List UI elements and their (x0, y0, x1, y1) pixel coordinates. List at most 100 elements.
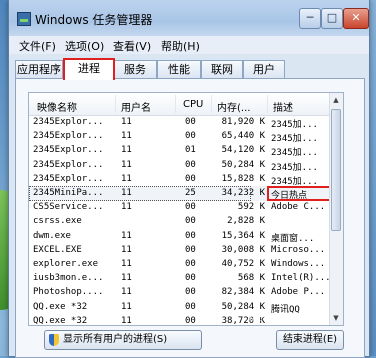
show-all-users-button[interactable]: 显示所有用户的进程(S) (44, 330, 202, 350)
cell-image-name: QQ.exe *32 (33, 301, 88, 312)
table-row[interactable]: 2345MiniPa... 11 25 34,232 K 今日热点 (29, 186, 337, 201)
cell-user-name: 11 (121, 315, 132, 326)
cell-image-name: 2345Explor... (33, 117, 104, 127)
table-row[interactable]: csrss.exe 00 2,828 K (29, 214, 329, 229)
cell-image-name: explorer.exe (33, 259, 99, 269)
cell-user-name: 11 (121, 244, 132, 255)
tab-networking[interactable]: 联网 (201, 60, 243, 78)
cell-cpu: 00 (185, 244, 196, 255)
table-row[interactable]: 2345Explor... 11 00 81,920 K 2345加... (29, 115, 329, 130)
cell-memory: 2,828 K (227, 216, 265, 227)
table-row[interactable]: CS5Service... 11 00 592 K Adobe C... (29, 200, 329, 215)
list-header: 映像名称 用户名 CPU 内存(... 描述 (29, 93, 329, 116)
close-button[interactable]: ✕ (343, 8, 369, 29)
menu-view[interactable]: 查看(V) (113, 38, 151, 54)
column-user-name[interactable]: 用户名 (121, 99, 151, 114)
cell-cpu: 01 (185, 145, 196, 156)
cell-user-name: 11 (121, 230, 132, 241)
cell-cpu: 00 (185, 216, 196, 227)
cell-user-name: 11 (121, 131, 132, 142)
maximize-button[interactable]: □ (321, 8, 343, 29)
menu-bar: 文件(F) 选项(O) 查看(V) 帮助(H) (9, 36, 369, 54)
cell-image-name: Photoshop.... (33, 287, 104, 298)
column-separator[interactable] (267, 95, 268, 113)
window-title: Windows 任务管理器 (35, 13, 153, 27)
cell-description: 2345加... (271, 120, 318, 130)
tab-services[interactable]: 服务 (113, 60, 157, 78)
menu-options[interactable]: 选项(O) (65, 38, 104, 54)
cell-memory: 15,828 K (221, 173, 265, 184)
cell-cpu: 00 (185, 117, 196, 127)
cell-memory: 15,364 K (221, 230, 265, 241)
end-process-button[interactable]: 结束进程(E) (276, 330, 344, 350)
cell-description: Intel(R)... (271, 273, 331, 284)
table-row[interactable]: 2345Explor... 11 01 54,120 K 2345加... (29, 143, 329, 158)
cell-cpu: 00 (185, 230, 196, 241)
cell-memory: 54,120 K (221, 145, 265, 156)
cell-cpu: 00 (185, 259, 196, 269)
cell-image-name: 2345Explor... (33, 159, 104, 170)
cell-image-name: csrss.exe (33, 216, 82, 227)
cell-memory: 592 K (237, 202, 265, 213)
show-all-users-label: 显示所有用户的进程(S) (63, 334, 168, 345)
cell-cpu: 00 (185, 273, 196, 284)
cell-description: Windows... (271, 259, 326, 269)
menu-help[interactable]: 帮助(H) (161, 38, 200, 54)
scrollbar-thumb[interactable] (331, 109, 341, 231)
cell-memory: 568 K (237, 273, 265, 284)
cell-description: Microso... (271, 244, 326, 255)
cell-description: 桌面窗... (271, 233, 315, 244)
cell-user-name: 11 (121, 173, 132, 184)
column-separator[interactable] (175, 95, 176, 113)
cell-memory: 40,752 K (221, 259, 265, 269)
cell-cpu: 00 (185, 287, 196, 298)
cell-cpu: 00 (185, 301, 196, 312)
cell-image-name: 2345Explor... (33, 131, 104, 142)
cell-memory: 50,284 K (221, 159, 265, 170)
column-separator[interactable] (115, 95, 116, 113)
table-row[interactable]: iusb3mon.e... 11 00 568 K Intel(R)... (29, 271, 331, 286)
cell-user-name: 11 (121, 259, 132, 269)
tab-processes[interactable]: 进程 (63, 58, 115, 80)
table-row[interactable]: dwm.exe 11 00 15,364 K 桌面窗... (29, 229, 329, 244)
table-row[interactable]: explorer.exe 11 00 40,752 K Windows... (29, 257, 329, 272)
tab-users[interactable]: 用户 (243, 60, 285, 78)
column-separator[interactable] (211, 95, 212, 113)
table-row[interactable]: 2345Explor... 11 00 15,828 K 2345加... (29, 172, 329, 187)
cell-image-name: iusb3mon.e... (33, 273, 104, 284)
cell-image-name: QQ.exe *32 (33, 315, 88, 326)
cell-user-name: 11 (121, 202, 132, 213)
cell-image-name: EXCEL.EXE (33, 244, 82, 255)
cell-user-name: 11 (121, 117, 132, 127)
watermark: 知乎 @小爱爱 (248, 313, 305, 323)
cell-user-name: 11 (121, 287, 132, 298)
process-list[interactable]: 映像名称 用户名 CPU 内存(... 描述 2345Explor... 11 00… (28, 92, 344, 326)
cell-cpu: 00 (185, 173, 196, 184)
table-row[interactable]: 2345Explor... 11 00 65,440 K 2345加... (29, 129, 329, 144)
uac-shield-icon (49, 334, 59, 346)
selection-focus-outline (29, 186, 251, 201)
column-description[interactable]: 描述 (273, 99, 293, 114)
cell-description: Adobe P... (271, 287, 326, 298)
scroll-down-arrow-icon[interactable]: ▼ (331, 312, 341, 324)
cell-image-name: 2345Explor... (33, 173, 104, 184)
table-row[interactable]: Photoshop.... 11 00 82,384 K Adobe P... (29, 285, 329, 300)
column-memory[interactable]: 内存(... (217, 99, 250, 114)
cell-description: 2345加... (271, 148, 318, 159)
menu-file[interactable]: 文件(F) (19, 38, 56, 54)
table-row[interactable]: EXCEL.EXE 11 00 30,008 K Microso... (29, 243, 329, 258)
vertical-scrollbar[interactable]: ▲ ▼ (329, 93, 343, 325)
scroll-up-arrow-icon[interactable]: ▲ (331, 94, 341, 106)
cell-description: 2345加... (271, 134, 318, 145)
column-cpu[interactable]: CPU (183, 99, 203, 110)
cell-user-name: 11 (121, 301, 132, 312)
column-image-name[interactable]: 映像名称 (37, 99, 77, 114)
cell-description: Adobe C... (271, 202, 326, 213)
title-bar[interactable]: Windows 任务管理器 ─ □ ✕ (9, 0, 369, 36)
cell-memory: 30,008 K (221, 244, 265, 255)
minimize-button[interactable]: ─ (299, 8, 321, 29)
table-row[interactable]: 2345Explor... 11 00 50,284 K 2345加... (29, 158, 329, 173)
tab-applications[interactable]: 应用程序 (15, 60, 63, 78)
cell-cpu: 00 (185, 202, 196, 213)
tab-performance[interactable]: 性能 (157, 60, 201, 78)
